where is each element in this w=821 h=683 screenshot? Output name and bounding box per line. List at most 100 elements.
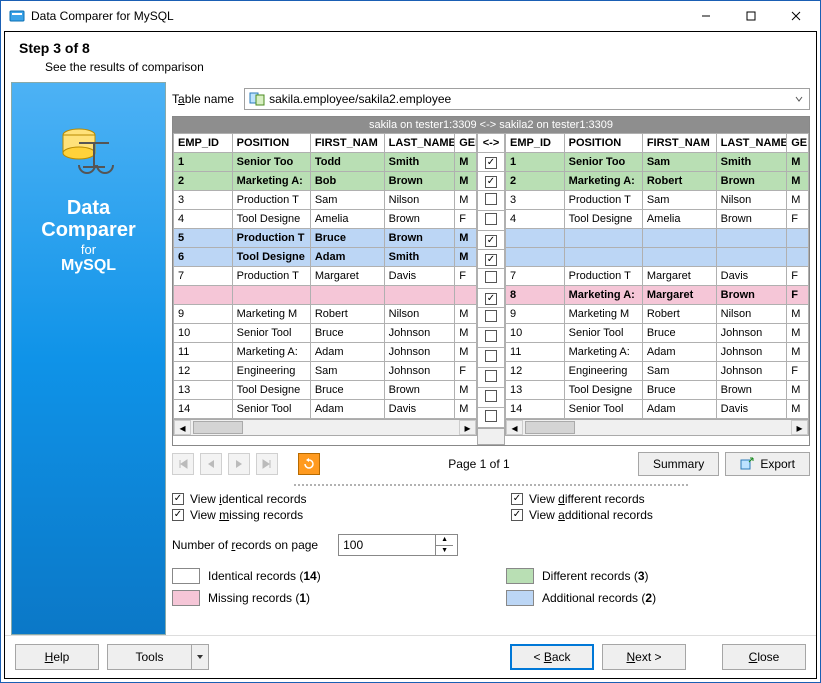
view-identical-checkbox[interactable]: ✓	[172, 493, 184, 505]
table-row[interactable]: 13Tool DesigneBruceBrownM	[174, 381, 477, 400]
table-row[interactable]: 9Marketing MRobertNilsonM	[174, 305, 477, 324]
compare-checkbox-cell[interactable]: ✓	[478, 231, 505, 250]
compare-checkbox-cell[interactable]	[478, 328, 505, 348]
window-minimize-button[interactable]	[683, 2, 728, 30]
compare-checkbox-cell[interactable]	[478, 269, 505, 289]
left-grid[interactable]: EMP_ID POSITION FIRST_NAM LAST_NAME GEND…	[173, 133, 477, 445]
table-row[interactable]: 1Senior TooSamSmithM	[506, 153, 809, 172]
compare-checkbox-cell[interactable]: ✓	[478, 153, 505, 172]
table-row[interactable]: 2Marketing A:RobertBrownM	[506, 172, 809, 191]
row-include-checkbox[interactable]	[485, 213, 497, 225]
compare-checkbox-cell[interactable]	[478, 191, 505, 211]
right-grid[interactable]: EMP_ID POSITION FIRST_NAM LAST_NAME GE 1…	[505, 133, 809, 445]
compare-checkbox-cell[interactable]: ✓	[478, 172, 505, 191]
row-include-checkbox[interactable]: ✓	[485, 235, 497, 247]
compare-checkbox-cell[interactable]	[478, 388, 505, 408]
table-row[interactable]: 7Production TMargaretDavisF	[506, 267, 809, 286]
col-emp-id[interactable]: EMP_ID	[174, 134, 233, 153]
col-gender[interactable]: GE	[787, 134, 809, 153]
table-row[interactable]: 2Marketing A:BobBrownM	[174, 172, 477, 191]
scroll-left-icon[interactable]: ◂	[174, 420, 191, 435]
scroll-left-icon[interactable]: ◂	[506, 420, 523, 435]
col-position[interactable]: POSITION	[564, 134, 642, 153]
table-row[interactable]: 4Tool DesigneAmeliaBrownF	[506, 210, 809, 229]
col-compare-toggle[interactable]: <->	[478, 134, 505, 153]
table-row[interactable]: 11Marketing A:AdamJohnsonM	[174, 343, 477, 362]
col-first-name[interactable]: FIRST_NAM	[642, 134, 716, 153]
table-row[interactable]: 10Senior ToolBruceJohnsonM	[506, 324, 809, 343]
col-last-name[interactable]: LAST_NAME	[384, 134, 455, 153]
row-include-checkbox[interactable]	[485, 271, 497, 283]
table-row[interactable]: 14Senior ToolAdamDavisM	[506, 400, 809, 419]
compare-checkbox-cell[interactable]	[478, 368, 505, 388]
table-row[interactable]: 12EngineeringSamJohnsonF	[174, 362, 477, 381]
compare-checkbox-cell[interactable]	[478, 211, 505, 231]
row-include-checkbox[interactable]	[485, 193, 497, 205]
table-row[interactable]: 9Marketing MRobertNilsonM	[506, 305, 809, 324]
row-include-checkbox[interactable]	[485, 350, 497, 362]
left-hscroll[interactable]: ◂ ▸	[173, 419, 477, 436]
table-row[interactable]: 3Production TSamNilsonM	[174, 191, 477, 210]
close-button[interactable]: Close	[722, 644, 806, 670]
row-include-checkbox[interactable]	[485, 390, 497, 402]
table-row[interactable]	[174, 286, 477, 305]
row-include-checkbox[interactable]	[485, 370, 497, 382]
table-row[interactable]: 4Tool DesigneAmeliaBrownF	[174, 210, 477, 229]
tools-dropdown-button[interactable]	[191, 644, 209, 670]
table-row[interactable]: 10Senior ToolBruceJohnsonM	[174, 324, 477, 343]
table-row[interactable]: 3Production TSamNilsonM	[506, 191, 809, 210]
view-different-checkbox[interactable]: ✓	[511, 493, 523, 505]
col-emp-id[interactable]: EMP_ID	[506, 134, 565, 153]
view-missing-checkbox[interactable]: ✓	[172, 509, 184, 521]
row-include-checkbox[interactable]	[485, 330, 497, 342]
chevron-down-icon[interactable]	[791, 91, 807, 107]
pager-refresh-button[interactable]	[298, 453, 320, 475]
scroll-right-icon[interactable]: ▸	[791, 420, 808, 435]
table-row[interactable]: 12EngineeringSamJohnsonF	[506, 362, 809, 381]
table-row[interactable]: 13Tool DesigneBruceBrownM	[506, 381, 809, 400]
table-row[interactable]	[506, 248, 809, 267]
row-include-checkbox[interactable]: ✓	[485, 254, 497, 266]
pager-first-button[interactable]	[172, 453, 194, 475]
col-first-name[interactable]: FIRST_NAM	[310, 134, 384, 153]
compare-checkbox-cell[interactable]	[478, 348, 505, 368]
table-row[interactable]: 7Production TMargaretDavisF	[174, 267, 477, 286]
spinner-up-button[interactable]: ▲	[436, 535, 453, 546]
table-row[interactable]: 1Senior TooToddSmithM	[174, 153, 477, 172]
records-per-page-input[interactable]	[339, 535, 435, 555]
compare-checkbox-cell[interactable]	[478, 408, 505, 428]
records-per-page-spinner[interactable]: ▲ ▼	[338, 534, 458, 556]
tools-button[interactable]: Tools	[107, 644, 191, 670]
col-gender[interactable]: GEND	[455, 134, 477, 153]
table-row[interactable]: 8Marketing A:MargaretBrownF	[506, 286, 809, 305]
export-button[interactable]: Export	[725, 452, 810, 476]
pager-last-button[interactable]	[256, 453, 278, 475]
table-row[interactable]: 11Marketing A:AdamJohnsonM	[506, 343, 809, 362]
table-name-combo[interactable]: sakila.employee/sakila2.employee	[244, 88, 810, 110]
right-hscroll[interactable]: ◂ ▸	[505, 419, 809, 436]
help-button[interactable]: Help	[15, 644, 99, 670]
table-row[interactable]: 5Production TBruceBrownM	[174, 229, 477, 248]
spinner-down-button[interactable]: ▼	[436, 546, 453, 556]
window-maximize-button[interactable]	[728, 2, 773, 30]
summary-button[interactable]: Summary	[638, 452, 719, 476]
table-row[interactable]	[506, 229, 809, 248]
table-row[interactable]: 6Tool DesigneAdamSmithM	[174, 248, 477, 267]
col-last-name[interactable]: LAST_NAME	[716, 134, 787, 153]
pager-next-button[interactable]	[228, 453, 250, 475]
back-button[interactable]: < Back	[510, 644, 594, 670]
compare-checkbox-cell[interactable]: ✓	[478, 289, 505, 308]
row-include-checkbox[interactable]	[485, 410, 497, 422]
row-include-checkbox[interactable]	[485, 310, 497, 322]
view-additional-checkbox[interactable]: ✓	[511, 509, 523, 521]
pager-prev-button[interactable]	[200, 453, 222, 475]
window-close-button[interactable]	[773, 2, 818, 30]
next-button[interactable]: Next >	[602, 644, 686, 670]
compare-checkbox-cell[interactable]	[478, 308, 505, 328]
table-row[interactable]: 14Senior ToolAdamDavisM	[174, 400, 477, 419]
compare-checkbox-cell[interactable]: ✓	[478, 250, 505, 269]
scroll-right-icon[interactable]: ▸	[459, 420, 476, 435]
row-include-checkbox[interactable]: ✓	[485, 293, 497, 305]
row-include-checkbox[interactable]: ✓	[485, 176, 497, 188]
row-include-checkbox[interactable]: ✓	[485, 157, 497, 169]
